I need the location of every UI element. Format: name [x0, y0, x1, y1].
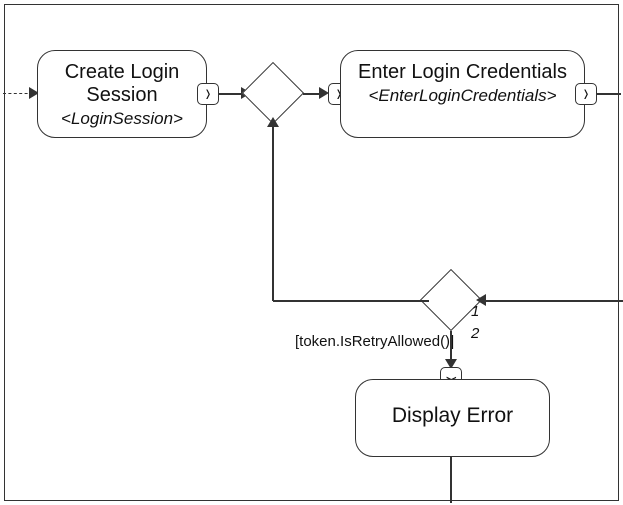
guard-retry-allowed: [token.IsRetryAllowed()]	[295, 333, 454, 350]
edge-into-decision2-arrow	[476, 294, 486, 306]
edge-decision2-merge-v	[272, 125, 274, 301]
activity-display-error[interactable]: Display Error	[355, 379, 550, 457]
diagram-frame: Create Login Session <LoginSession> ❭ ❭ …	[4, 4, 619, 501]
decision-merge[interactable]	[242, 62, 304, 124]
activity-title: Create Login Session	[46, 61, 198, 107]
chevron-right-icon: ❭	[582, 87, 590, 102]
activity-enter-login-credentials[interactable]: Enter Login Credentials <EnterLoginCrede…	[340, 50, 585, 138]
pin-enter-creds-out: ❭	[575, 83, 597, 105]
branch-label-2: 2	[471, 325, 479, 342]
edge-displayerror-down	[450, 457, 452, 503]
edge-entercreds-right	[597, 93, 621, 95]
edge-into-decision2	[483, 300, 623, 302]
activity-create-login-session[interactable]: Create Login Session <LoginSession>	[37, 50, 207, 138]
activity-stereotype: <EnterLoginCredentials>	[349, 86, 576, 106]
activity-title: Enter Login Credentials	[349, 61, 576, 84]
decision-retry[interactable]	[420, 269, 482, 331]
chevron-right-icon: ❭	[204, 87, 212, 102]
pin-create-login-out: ❭	[197, 83, 219, 105]
edge-decision2-merge-h	[273, 300, 429, 302]
activity-title: Display Error	[364, 404, 541, 428]
activity-stereotype: <LoginSession>	[46, 109, 198, 129]
edge-decision2-merge-arrow	[267, 117, 279, 127]
